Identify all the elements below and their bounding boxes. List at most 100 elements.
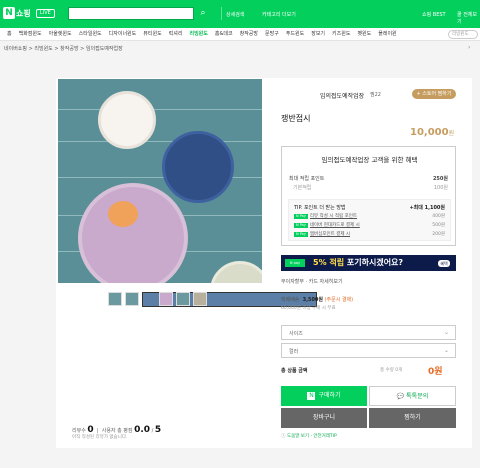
category-item[interactable]: 창작공방 [240, 28, 258, 40]
chevron-right-icon[interactable]: › [468, 44, 470, 51]
tip-row: N Pay 네이버 현대카드로 결제 시 [294, 222, 360, 228]
category-item[interactable]: 아울렛윈도 [49, 28, 72, 40]
category-item[interactable]: 럭셔리 [169, 28, 183, 40]
tip-amount: 500원 [432, 223, 445, 228]
thumbnail[interactable] [125, 292, 139, 306]
category-item[interactable]: 펫윈도 [357, 28, 371, 40]
category-item[interactable]: 장보기 [311, 28, 325, 40]
product-price: 10,000원 [410, 127, 454, 138]
header: N 쇼핑 LIVE ⌕ 상세검색 카테고리 더보기 쇼핑 BEST 쿨 전체보기 [0, 0, 480, 28]
tip-amount: 400원 [432, 214, 445, 219]
lilac-plate [78, 183, 188, 283]
tip-row: N Pay 멤버십포인트 결제 시 [294, 231, 350, 237]
breadcrumb[interactable]: 네이버쇼핑 > 리빙윈도 > 창작공방 > 임의접도예작업장 [4, 45, 123, 52]
price-value: 10,000 [410, 127, 449, 138]
max-points-label: 최대 적립 포인트 [289, 176, 325, 182]
tip-row: N Pay 리뷰 작성 시 적립 포인트 [294, 213, 357, 219]
payment-info[interactable]: 무이자할부 · 카드 자세히보기 [281, 278, 343, 285]
category-item[interactable]: 홈 [7, 28, 12, 40]
shopping-best-link[interactable]: 쇼핑 BEST [422, 11, 446, 18]
detail-search-link[interactable]: 상세검색 [226, 11, 244, 18]
chevron-down-icon: ⌄ [443, 347, 449, 354]
product-image[interactable] [58, 79, 262, 283]
header-divider [221, 7, 222, 20]
basic-points-label: 기본적립 [293, 185, 312, 191]
benefit-heading: 임의접도예작업장 고객을 위한 혜택 [321, 156, 418, 164]
category-item[interactable]: 스타일윈도 [79, 28, 102, 40]
chat-icon: 💬 [396, 393, 405, 400]
partner-link[interactable]: 쿨 전체보기 [457, 11, 480, 25]
ad-highlight: 5% 적립 [313, 258, 345, 267]
category-item[interactable]: 뷰티윈도 [143, 28, 161, 40]
buy-button[interactable]: N 구매하기 [281, 386, 367, 406]
thumbnail[interactable] [193, 292, 207, 306]
shipping-info: 택배배송 3,500원 (주문시 결제) [281, 296, 353, 303]
tip-box: TIP. 포인트 더 받는 방법 +최대 1,100원 N Pay 리뷰 작성 시… [288, 199, 451, 241]
rating-value: 0.0 [134, 425, 151, 435]
npay-ad-banner[interactable]: N pay 5% 적립 포기하시겠어요? 혜택 [281, 255, 456, 271]
thumbnail[interactable] [159, 292, 173, 306]
npay-n-icon: N [307, 391, 316, 400]
npay-tag: N Pay [294, 223, 308, 228]
store-name[interactable]: 임의접도예작업장 [320, 91, 364, 100]
tip-amount: 200원 [432, 232, 445, 237]
category-item[interactable]: 홈&데코 [215, 28, 233, 40]
size-select-label: 사이즈 [289, 331, 303, 337]
shopping-logo-text[interactable]: 쇼핑 [16, 8, 31, 19]
color-select[interactable]: 컬러 ⌄ [281, 343, 456, 358]
category-more-link[interactable]: 카테고리 더보기 [262, 11, 296, 18]
category-dropdown[interactable]: 리빙윈도 [448, 30, 478, 39]
tip-link[interactable]: 네이버 현대카드로 결제 시 [310, 223, 360, 228]
search-input[interactable] [68, 7, 194, 20]
sage-plate [210, 261, 262, 283]
naver-logo-icon[interactable]: N [3, 7, 15, 19]
ad-text: 5% 적립 포기하시겠어요? [313, 257, 403, 268]
thumbnail[interactable] [176, 292, 190, 306]
tip-link[interactable]: 리뷰 작성 시 적립 포인트 [310, 214, 357, 219]
ad-arrow-button[interactable]: 혜택 [438, 260, 450, 267]
live-badge[interactable]: LIVE [36, 9, 55, 18]
npay-tag: N Pay [294, 214, 308, 219]
npay-logo: N pay [285, 259, 305, 267]
category-item[interactable]: 키즈윈도 [332, 28, 350, 40]
food-item [108, 201, 138, 227]
shipping-fee: 3,500원 [302, 297, 324, 303]
shipping-note: 60,000원 이상 구매 시 무료 [281, 306, 336, 311]
benefit-box: 임의접도예작업장 고객을 위한 혜택 최대 적립 포인트 250원 기본적립 1… [281, 146, 456, 246]
tip-total: +최대 1,100원 [409, 205, 445, 211]
white-plate [98, 91, 156, 149]
store-zzim-button[interactable]: + 스토어 찜하기 [412, 89, 456, 99]
cart-button[interactable]: 장바구니 [281, 408, 367, 428]
safety-tip-link[interactable]: ⓘ 도움말 보기 · 안전거래TIP [281, 433, 337, 439]
thumbnail[interactable] [108, 292, 122, 306]
size-select[interactable]: 사이즈 ⌄ [281, 325, 456, 340]
blue-plate [162, 131, 234, 203]
category-item[interactable]: 리빙윈도 [189, 28, 207, 40]
category-nav: 홈 백화점윈도 아울렛윈도 스타일윈도 디자이너윈도 뷰티윈도 럭셔리 리빙윈도 홈&데코 창작공… [0, 28, 480, 41]
search-icon[interactable]: ⌕ [196, 7, 210, 20]
talk-button-label: 톡톡문의 [406, 393, 429, 400]
shipping-label: 택배배송 [281, 297, 300, 303]
talk-button[interactable]: 💬 톡톡문의 [369, 386, 456, 406]
category-item[interactable]: 문방구 [265, 28, 279, 40]
chevron-down-icon: ⌄ [443, 329, 449, 336]
total-value: 0원 [428, 367, 443, 377]
zzim-count: 찜22 [370, 92, 381, 98]
safety-tip-text: 도움말 보기 · 안전거래TIP [286, 434, 337, 439]
total-label: 총 상품 금액 [281, 368, 308, 374]
tip-link[interactable]: 멤버십포인트 결제 시 [310, 232, 350, 237]
category-item[interactable]: 푸드윈도 [286, 28, 304, 40]
max-points-value: 250원 [432, 176, 448, 182]
category-item[interactable]: 디자이너윈도 [109, 28, 137, 40]
tip-title: TIP. 포인트 더 받는 방법 [294, 205, 346, 211]
color-select-label: 컬러 [289, 349, 299, 355]
ad-message: 포기하시겠어요? [346, 258, 404, 267]
help-icon: ⓘ [281, 434, 286, 439]
wood-plank-line [58, 109, 262, 110]
buy-button-label: 구매하기 [318, 392, 341, 399]
shipping-condition: (주문시 결제) [324, 297, 354, 303]
zzim-button[interactable]: 찜하기 [369, 408, 456, 428]
category-item[interactable]: 백화점윈도 [19, 28, 42, 40]
npay-tag: N Pay [294, 232, 308, 237]
category-item[interactable]: 플레이윈 [378, 28, 396, 40]
